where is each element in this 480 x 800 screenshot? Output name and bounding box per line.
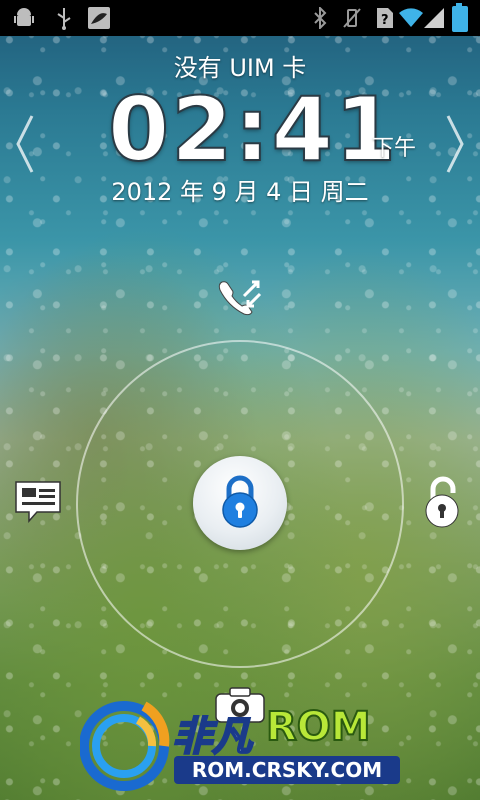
battery-icon (452, 3, 468, 32)
clock: 02:41 下午 (0, 77, 480, 182)
date-text: 2012 年 9 月 4 日 周二 (111, 178, 369, 206)
status-bar: ? (0, 0, 480, 36)
call-log-icon[interactable] (212, 274, 268, 320)
android-debug-icon (10, 6, 38, 30)
usb-icon (50, 6, 78, 30)
watermark-url: ROM.CRSKY.COM (174, 756, 400, 784)
clock-ampm: 下午 (372, 136, 417, 161)
signal-icon (424, 8, 444, 28)
pea-app-icon (86, 6, 112, 30)
lock-icon (217, 473, 263, 533)
lock-screen: ? 没有 UIM 卡 02:41 下午 2012 年 9 月 4 日 周二 非凡… (0, 0, 480, 800)
bluetooth-icon (310, 6, 330, 30)
watermark-rom: ROM (265, 703, 372, 751)
crsky-watermark: 非凡 ROM ROM.CRSKY.COM (80, 696, 410, 792)
clock-time: 02:41 (107, 77, 399, 182)
unlock-icon[interactable] (418, 474, 466, 530)
wifi-icon (398, 6, 423, 28)
svg-text:?: ? (381, 13, 389, 28)
watermark-title: 非凡 (171, 713, 253, 761)
lock-handle[interactable] (193, 456, 287, 550)
no-sim-icon: ? (374, 6, 396, 30)
messages-icon[interactable] (12, 478, 64, 526)
vibrate-icon (340, 6, 364, 30)
crsky-logo-icon (80, 701, 170, 791)
